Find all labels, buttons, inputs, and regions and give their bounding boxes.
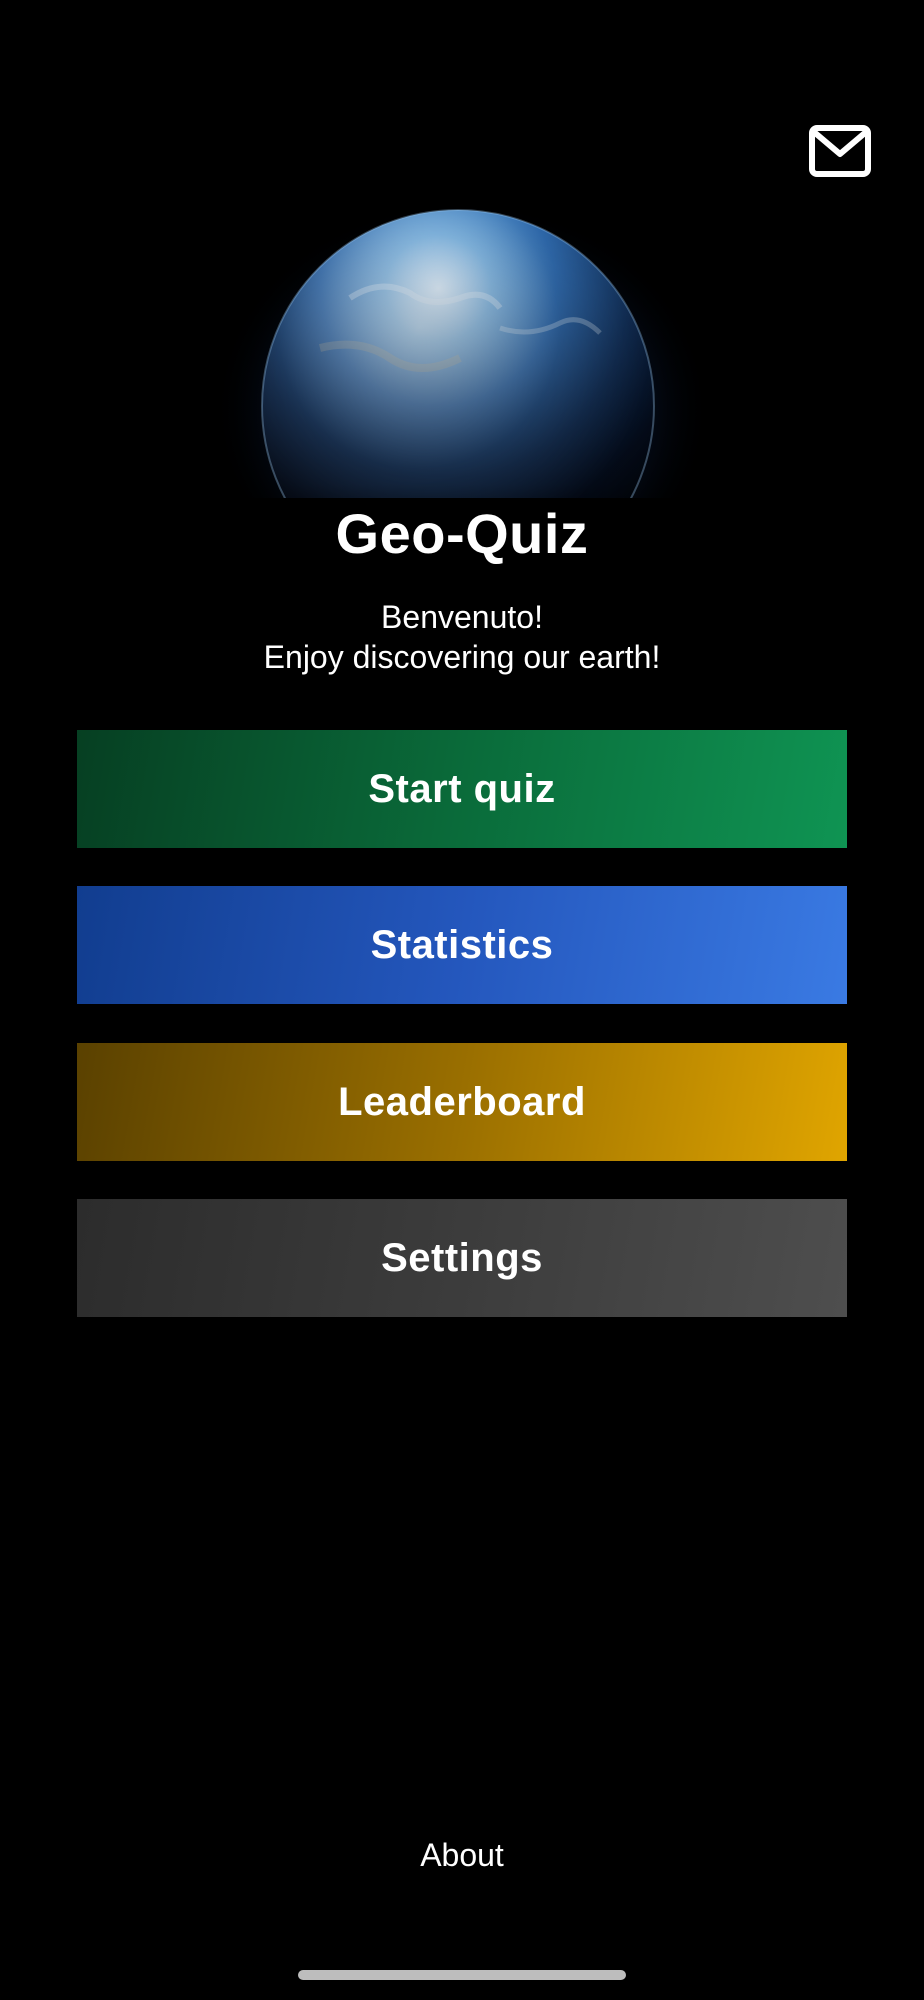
welcome-greeting: Benvenuto!	[381, 599, 543, 635]
welcome-text: Benvenuto! Enjoy discovering our earth!	[0, 597, 924, 677]
app-title: Geo-Quiz	[335, 502, 589, 565]
start-quiz-button[interactable]: Start quiz	[77, 730, 847, 848]
mail-icon	[809, 125, 871, 177]
statistics-button[interactable]: Statistics	[77, 886, 847, 1004]
settings-button[interactable]: Settings	[77, 1199, 847, 1317]
mail-button[interactable]	[808, 124, 872, 178]
welcome-tagline: Enjoy discovering our earth!	[263, 639, 661, 675]
about-link[interactable]: About	[0, 1835, 924, 1875]
leaderboard-button[interactable]: Leaderboard	[77, 1043, 847, 1161]
earth-globe-image	[200, 188, 724, 498]
home-indicator[interactable]	[298, 1970, 626, 1980]
